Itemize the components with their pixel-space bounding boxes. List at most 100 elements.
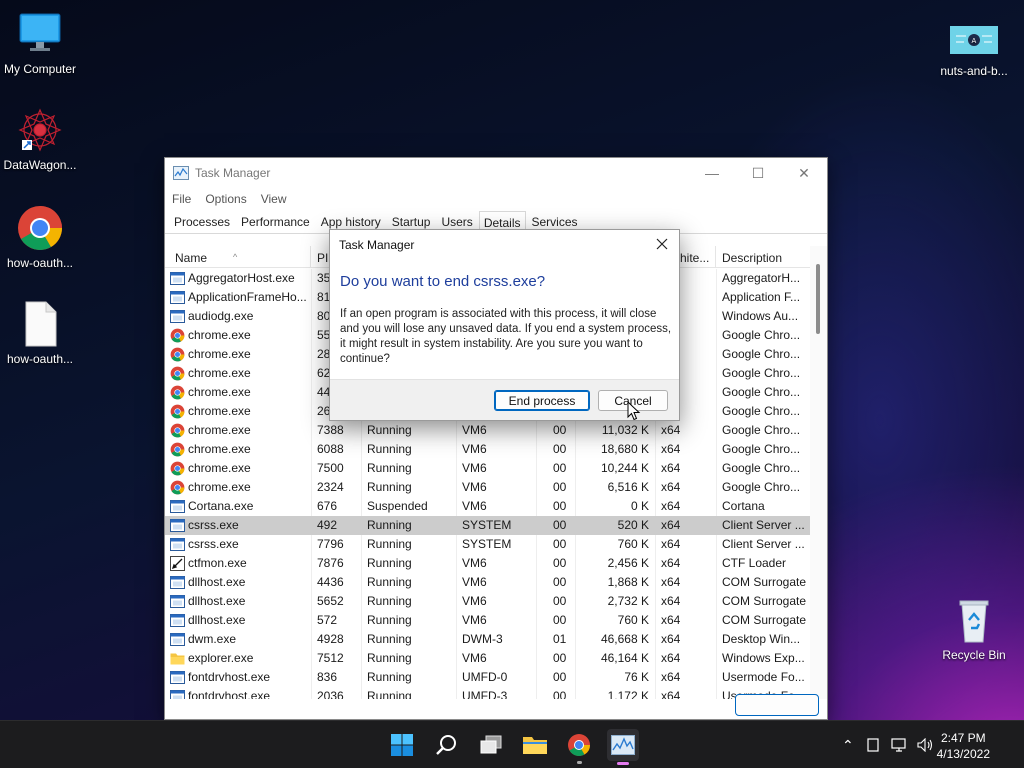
process-name-cell: csrss.exe bbox=[170, 535, 311, 554]
process-arch-cell: x64 bbox=[661, 651, 681, 665]
desktop-icon-document[interactable]: how-oauth... bbox=[0, 300, 80, 366]
desktop-icon-datawagon[interactable]: DataWagon... bbox=[0, 106, 80, 172]
process-mem-cell: 18,680 K bbox=[600, 442, 649, 456]
notification-tablet-icon[interactable] bbox=[866, 738, 880, 752]
search-icon bbox=[436, 735, 456, 755]
process-user-cell: UMFD-0 bbox=[462, 670, 508, 684]
window-icon bbox=[170, 309, 185, 324]
process-status-cell: Running bbox=[367, 594, 412, 608]
process-name-cell: AggregatorHost.exe bbox=[170, 269, 311, 288]
table-row[interactable]: dllhost.exe 5652 Running VM6 00 2,732 K x64 COM… bbox=[165, 592, 810, 611]
desktop-icon-nuts-and-bolts[interactable]: A nuts-and-b... bbox=[934, 20, 1014, 78]
table-row[interactable]: Cortana.exe 676 Suspended VM6 00 0 K x64 Cortan… bbox=[165, 497, 810, 516]
process-cpu-cell: 00 bbox=[553, 461, 567, 475]
table-row[interactable]: dwm.exe 4928 Running DWM-3 01 46,668 K x64 Desk… bbox=[165, 630, 810, 649]
process-mem-cell: 76 K bbox=[624, 670, 649, 684]
desktop-icon-recycle-bin[interactable]: Recycle Bin bbox=[934, 596, 1014, 662]
chrome-taskbar-button[interactable] bbox=[563, 729, 595, 764]
chrome-icon bbox=[170, 328, 185, 343]
process-name-cell: fontdrvhost.exe bbox=[170, 687, 311, 699]
process-arch-cell: x64 bbox=[661, 442, 681, 456]
process-desc-cell: CTF Loader bbox=[722, 556, 787, 570]
menu-options[interactable]: Options bbox=[205, 192, 246, 206]
network-icon[interactable] bbox=[891, 738, 909, 752]
window-title-bar[interactable]: Task Manager — ☐ ✕ bbox=[165, 158, 827, 188]
desktop-icon-my-computer[interactable]: My Computer bbox=[0, 10, 80, 76]
clock[interactable]: 2:47 PM 4/13/2022 bbox=[937, 730, 990, 762]
start-button[interactable] bbox=[386, 729, 418, 761]
process-name: chrome.exe bbox=[188, 385, 251, 399]
process-arch-cell: x64 bbox=[661, 670, 681, 684]
process-arch-cell: x64 bbox=[661, 518, 681, 532]
process-name-cell: explorer.exe bbox=[170, 649, 311, 668]
process-cpu-cell: 00 bbox=[553, 594, 567, 608]
process-name: AggregatorHost.exe bbox=[188, 271, 295, 285]
process-cpu-cell: 00 bbox=[553, 689, 567, 699]
table-row[interactable]: chrome.exe 7388 Running VM6 00 11,032 K x64 Goo… bbox=[165, 421, 810, 440]
running-indicator bbox=[577, 761, 582, 764]
minimize-button[interactable]: — bbox=[689, 158, 735, 188]
table-row[interactable]: chrome.exe 7500 Running VM6 00 10,244 K x64 Goo… bbox=[165, 459, 810, 478]
table-row[interactable]: chrome.exe 2324 Running VM6 00 6,516 K x64 Goog… bbox=[165, 478, 810, 497]
maximize-button[interactable]: ☐ bbox=[735, 158, 781, 188]
process-status-cell: Running bbox=[367, 423, 412, 437]
end-task-button[interactable] bbox=[735, 694, 819, 716]
process-user-cell: VM6 bbox=[462, 461, 487, 475]
table-row[interactable]: dllhost.exe 4436 Running VM6 00 1,868 K x64 COM… bbox=[165, 573, 810, 592]
process-user-cell: SYSTEM bbox=[462, 518, 512, 532]
recycle-bin-icon bbox=[950, 596, 998, 644]
process-name-cell: chrome.exe bbox=[170, 364, 311, 383]
process-user-cell: VM6 bbox=[462, 651, 487, 665]
table-row[interactable]: ctfmon.exe 7876 Running VM6 00 2,456 K x64 CTF … bbox=[165, 554, 810, 573]
process-arch-cell: x64 bbox=[661, 556, 681, 570]
process-name-cell: chrome.exe bbox=[170, 402, 311, 421]
close-icon bbox=[656, 238, 668, 250]
process-cpu-cell: 00 bbox=[553, 480, 567, 494]
end-process-dialog: Task Manager Do you want to end csrss.ex… bbox=[329, 229, 680, 421]
process-pid-cell: 7796 bbox=[317, 537, 344, 551]
process-name-cell: ctfmon.exe bbox=[170, 554, 311, 573]
process-name: dwm.exe bbox=[188, 632, 237, 646]
process-status-cell: Running bbox=[367, 613, 412, 627]
dialog-close-button[interactable] bbox=[651, 233, 673, 255]
scrollbar-thumb[interactable] bbox=[816, 264, 820, 334]
column-header-name[interactable]: Name ^ bbox=[165, 246, 311, 268]
process-user-cell: VM6 bbox=[462, 575, 487, 589]
window-icon bbox=[170, 594, 185, 609]
end-process-button[interactable]: End process bbox=[494, 390, 590, 411]
desktop-icon-chrome-shortcut[interactable]: how-oauth... bbox=[0, 204, 80, 270]
table-row[interactable]: fontdrvhost.exe 836 Running UMFD-0 00 76 K x64… bbox=[165, 668, 810, 687]
window-icon bbox=[170, 537, 185, 552]
column-header-description[interactable]: Description bbox=[716, 246, 812, 268]
task-view-button[interactable] bbox=[475, 729, 507, 761]
window-icon bbox=[170, 271, 185, 286]
process-name-cell: dllhost.exe bbox=[170, 592, 311, 611]
table-row[interactable]: csrss.exe 7796 Running SYSTEM 00 760 K x64 Clie… bbox=[165, 535, 810, 554]
process-name: csrss.exe bbox=[188, 518, 239, 532]
menu-file[interactable]: File bbox=[172, 192, 191, 206]
file-explorer-button[interactable] bbox=[519, 729, 551, 761]
table-row[interactable]: csrss.exe 492 Running SYSTEM 00 520 K x64 Clien… bbox=[165, 516, 810, 535]
process-user-cell: VM6 bbox=[462, 613, 487, 627]
search-button[interactable] bbox=[431, 729, 463, 761]
vertical-scrollbar[interactable] bbox=[810, 246, 827, 699]
close-button[interactable]: ✕ bbox=[781, 158, 827, 188]
process-desc-cell: Google Chro... bbox=[722, 461, 801, 475]
show-hidden-icons-chevron-up-icon[interactable]: ⌃ bbox=[842, 737, 854, 754]
process-name-cell: csrss.exe bbox=[170, 516, 311, 535]
process-desc-cell: Client Server ... bbox=[722, 518, 805, 532]
process-name: fontdrvhost.exe bbox=[188, 670, 271, 684]
process-name-cell: chrome.exe bbox=[170, 421, 311, 440]
tab-processes[interactable]: Processes bbox=[169, 210, 235, 233]
table-row[interactable]: explorer.exe 7512 Running VM6 00 46,164 K x64 W… bbox=[165, 649, 810, 668]
table-row[interactable]: chrome.exe 6088 Running VM6 00 18,680 K x64 Goo… bbox=[165, 440, 810, 459]
desktop-icon-label: My Computer bbox=[3, 62, 77, 76]
process-desc-cell: AggregatorH... bbox=[722, 271, 801, 285]
volume-icon[interactable] bbox=[917, 738, 935, 752]
menu-view[interactable]: View bbox=[261, 192, 287, 206]
task-manager-taskbar-button[interactable] bbox=[607, 729, 639, 765]
table-row[interactable]: fontdrvhost.exe 2036 Running UMFD-3 00 1,172 … bbox=[165, 687, 810, 699]
tab-performance[interactable]: Performance bbox=[236, 210, 315, 233]
table-row[interactable]: dllhost.exe 572 Running VM6 00 760 K x64 COM Su… bbox=[165, 611, 810, 630]
window-title: Task Manager bbox=[195, 166, 271, 180]
